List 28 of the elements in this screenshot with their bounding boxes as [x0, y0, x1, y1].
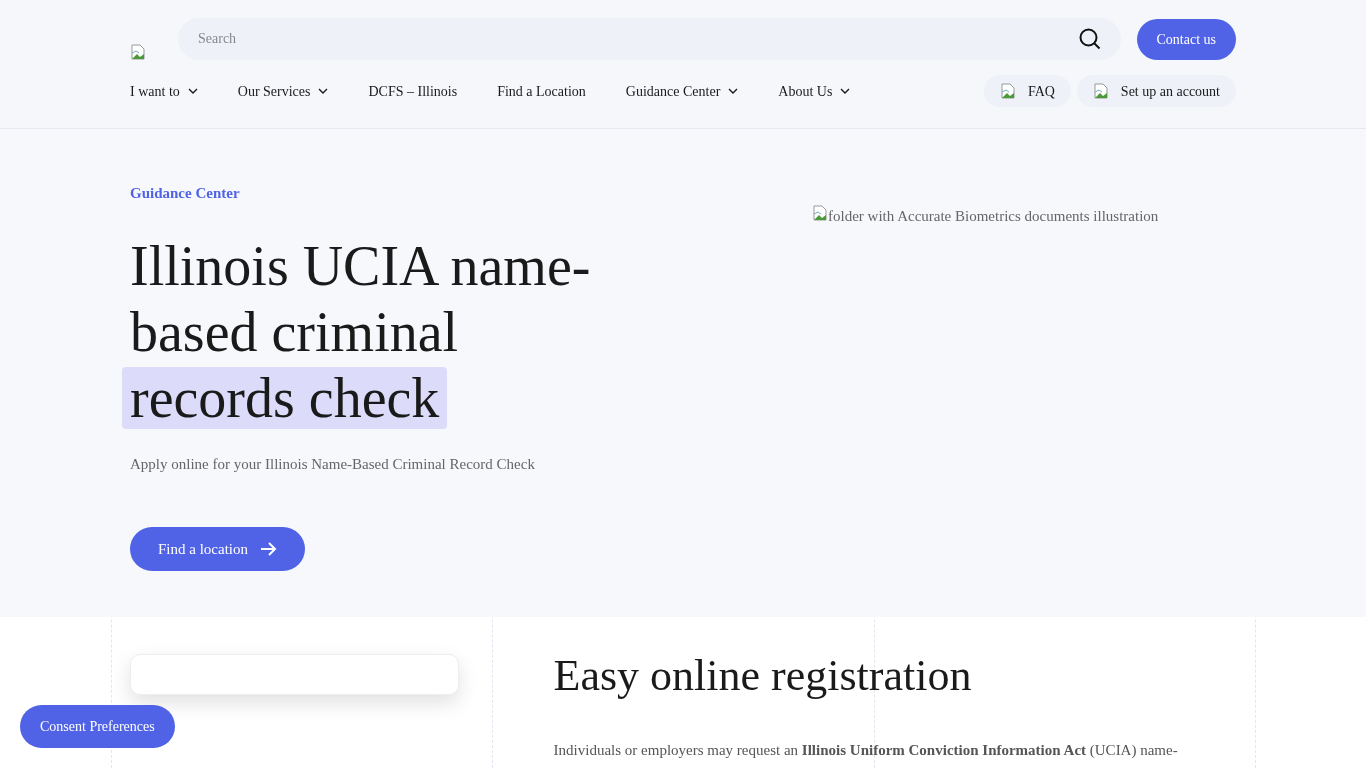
quick-link[interactable]: FAQ	[983, 75, 1071, 107]
search-icon[interactable]	[1078, 28, 1101, 50]
subtitle: Apply online for your Illinois Name-Based Criminal Record Check	[130, 454, 536, 474]
chevron-down-icon	[318, 88, 329, 94]
broken-image-icon	[999, 83, 1016, 99]
image-alt-text: folder with Accurate Biometrics documents illustration	[812, 205, 1159, 228]
eyebrow-label: Guidance Center	[130, 184, 241, 203]
search-field[interactable]: Search	[178, 18, 1121, 60]
contact-button[interactable]: Contact us	[1136, 18, 1236, 60]
broken-image-icon	[812, 205, 828, 221]
nav-link[interactable]: About Us	[778, 80, 851, 102]
nav-link[interactable]: DCFS – Illinois	[368, 80, 458, 102]
nav-link[interactable]: Find a Location	[497, 80, 586, 102]
chevron-down-icon	[187, 88, 198, 94]
quick-link[interactable]: Set up an account	[1076, 75, 1236, 107]
paragraph: Individuals or employers may request an Illinois Uniform Conviction Information Act (UCIA) name-	[553, 741, 1179, 759]
nav-link[interactable]: I want to	[130, 80, 198, 102]
find-location-button[interactable]: Find a location	[130, 527, 305, 571]
chevron-down-icon	[840, 88, 851, 94]
section-heading: Easy online registration	[553, 651, 973, 701]
broken-image-icon	[130, 44, 146, 60]
page-title: Illinois UCIA name- based criminal records check	[122, 228, 770, 435]
nav-link[interactable]: Guidance Center	[625, 80, 739, 102]
consent-button[interactable]: Consent Preferences	[20, 705, 175, 748]
broken-image-icon	[1092, 83, 1109, 99]
chevron-down-icon	[728, 88, 739, 94]
nav-link[interactable]: Our Services	[237, 80, 329, 102]
arrow-right-icon	[260, 542, 277, 556]
